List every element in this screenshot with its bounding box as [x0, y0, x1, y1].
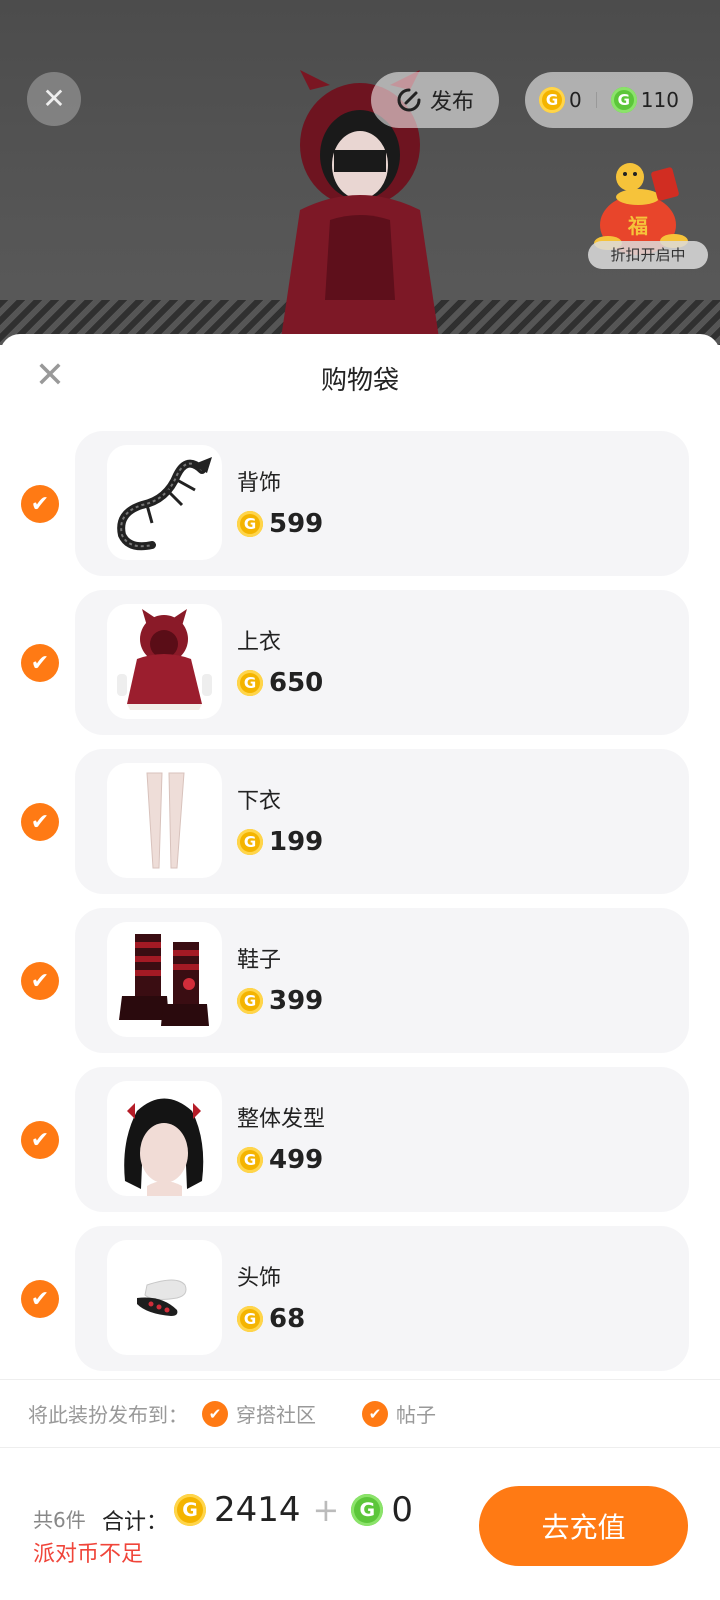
list-item: ✔ 鞋子 G 399 [0, 908, 720, 1067]
item-count: 共6件 [33, 1508, 86, 1532]
checkmark-icon: ✔ [202, 1400, 228, 1427]
checkmark-icon: ✔ [30, 809, 50, 835]
item-price-value: 68 [269, 1304, 306, 1334]
gold-coin-icon: G [237, 829, 263, 855]
publish-option-label: 帖子 [396, 1403, 436, 1427]
gold-coin-icon: G [237, 1306, 263, 1332]
publish-option-post[interactable]: ✔ 帖子 [362, 1399, 436, 1428]
divider [595, 92, 597, 108]
shopping-bag-sheet: ✕ 购物袋 ✔ 背饰 G 599 ✔ 上衣 G 650 ✔ 下衣 G 199 ✔… [0, 334, 720, 1600]
item-name: 上衣 [237, 630, 282, 655]
publish-option-label: 穿搭社区 [236, 1403, 316, 1427]
gold-coin-icon: G [237, 1147, 263, 1173]
green-coin-amount: 110 [640, 88, 679, 112]
list-item: ✔ 头饰 G 68 [0, 1226, 720, 1385]
item-thumbnail [107, 763, 222, 878]
item-name: 头饰 [237, 1266, 282, 1291]
total-label: 合计： [102, 1510, 169, 1535]
gold-coin-icon: G [237, 988, 263, 1014]
item-price-value: 499 [269, 1145, 324, 1175]
gold-coin-icon: G [539, 87, 566, 113]
item-card[interactable]: 下衣 G 199 [75, 749, 689, 894]
item-price-value: 399 [269, 986, 324, 1016]
checkmark-icon: ✔ [30, 1127, 50, 1153]
gold-coin-icon: G [174, 1494, 206, 1526]
item-price-value: 599 [269, 509, 324, 539]
publish-icon [397, 88, 421, 112]
list-item: ✔ 上衣 G 650 [0, 590, 720, 749]
item-name: 下衣 [237, 789, 282, 814]
checkmark-icon: ✔ [30, 650, 50, 676]
item-card[interactable]: 上衣 G 650 [75, 590, 689, 735]
item-checkbox[interactable]: ✔ [21, 485, 59, 523]
green-total: 0 [391, 1490, 413, 1530]
close-icon: ✕ [42, 82, 66, 115]
item-name: 背饰 [237, 471, 282, 496]
item-price: G 399 [237, 986, 323, 1016]
close-button[interactable]: ✕ [27, 72, 81, 126]
item-checkbox[interactable]: ✔ [21, 1121, 59, 1159]
item-price: G 68 [237, 1304, 305, 1334]
black-twin-hair-icon [124, 1098, 204, 1196]
dragon-back-accessory-icon [117, 457, 212, 551]
insufficient-balance-warning: 派对币不足 [33, 1542, 144, 1567]
list-item: ✔ 整体发型 G 499 [0, 1067, 720, 1226]
item-price: G 499 [237, 1145, 323, 1175]
item-list: ✔ 背饰 G 599 ✔ 上衣 G 650 ✔ 下衣 G 199 ✔ 鞋子 G … [0, 431, 720, 1385]
item-checkbox[interactable]: ✔ [21, 1280, 59, 1318]
recharge-button[interactable]: 去充值 [479, 1486, 688, 1566]
gold-coin-icon: G [237, 511, 263, 537]
publish-option-community[interactable]: ✔ 穿搭社区 [202, 1399, 316, 1428]
publish-label: 发布 [429, 90, 474, 115]
list-item: ✔ 下衣 G 199 [0, 749, 720, 908]
red-hood-top-icon [117, 609, 212, 710]
white-stockings-icon [146, 772, 185, 869]
striped-boots-icon [119, 934, 209, 1026]
item-card[interactable]: 整体发型 G 499 [75, 1067, 689, 1212]
checkmark-icon: ✔ [30, 1286, 50, 1312]
green-coin-icon: G [610, 87, 637, 113]
gold-coin-amount: 0 [569, 88, 582, 112]
item-card[interactable]: 鞋子 G 399 [75, 908, 689, 1053]
checkmark-icon: ✔ [30, 491, 50, 517]
svg-text:福: 福 [627, 214, 648, 238]
item-checkbox[interactable]: ✔ [21, 644, 59, 682]
currency-balance[interactable]: G 0 G 110 [525, 72, 693, 128]
checkmark-icon: ✔ [30, 968, 50, 994]
checkmark-icon: ✔ [362, 1400, 388, 1427]
sheet-header: ✕ 购物袋 [0, 334, 720, 426]
checkout-footer: 共6件 合计： G 2414 + G 0 派对币不足 去充值 [0, 1446, 720, 1600]
gold-coin-icon: G [237, 670, 263, 696]
gold-total: 2414 [214, 1490, 301, 1530]
item-name: 整体发型 [237, 1107, 326, 1132]
hair-clip-icon [137, 1279, 187, 1316]
item-checkbox[interactable]: ✔ [21, 803, 59, 841]
sheet-title: 购物袋 [320, 366, 399, 396]
green-coin-icon: G [351, 1494, 384, 1526]
item-price: G 599 [237, 509, 323, 539]
publish-target-row: 将此装扮发布到： ✔ 穿搭社区 ✔ 帖子 [0, 1379, 720, 1448]
item-price: G 199 [237, 827, 323, 857]
discount-status-badge[interactable]: 折扣开启中 [588, 241, 708, 269]
item-price: G 650 [237, 668, 323, 698]
item-price-value: 650 [269, 668, 324, 698]
item-thumbnail [107, 922, 222, 1037]
item-price-value: 199 [269, 827, 324, 857]
item-thumbnail [107, 604, 222, 719]
total-amount: G 2414 + G 0 [174, 1490, 413, 1530]
item-card[interactable]: 背饰 G 599 [75, 431, 689, 576]
avatar-scene: ✕ 发布 G 0 G 110 福 折扣开启中 [0, 0, 720, 345]
item-name: 鞋子 [237, 948, 282, 973]
plus-sign: + [312, 1491, 340, 1529]
publish-target-label: 将此装扮发布到： [28, 1403, 188, 1427]
item-card[interactable]: 头饰 G 68 [75, 1226, 689, 1371]
list-item: ✔ 背饰 G 599 [0, 431, 720, 590]
item-thumbnail [107, 445, 222, 560]
item-thumbnail [107, 1240, 222, 1355]
publish-button[interactable]: 发布 [371, 72, 499, 128]
item-checkbox[interactable]: ✔ [21, 962, 59, 1000]
item-thumbnail [107, 1081, 222, 1196]
